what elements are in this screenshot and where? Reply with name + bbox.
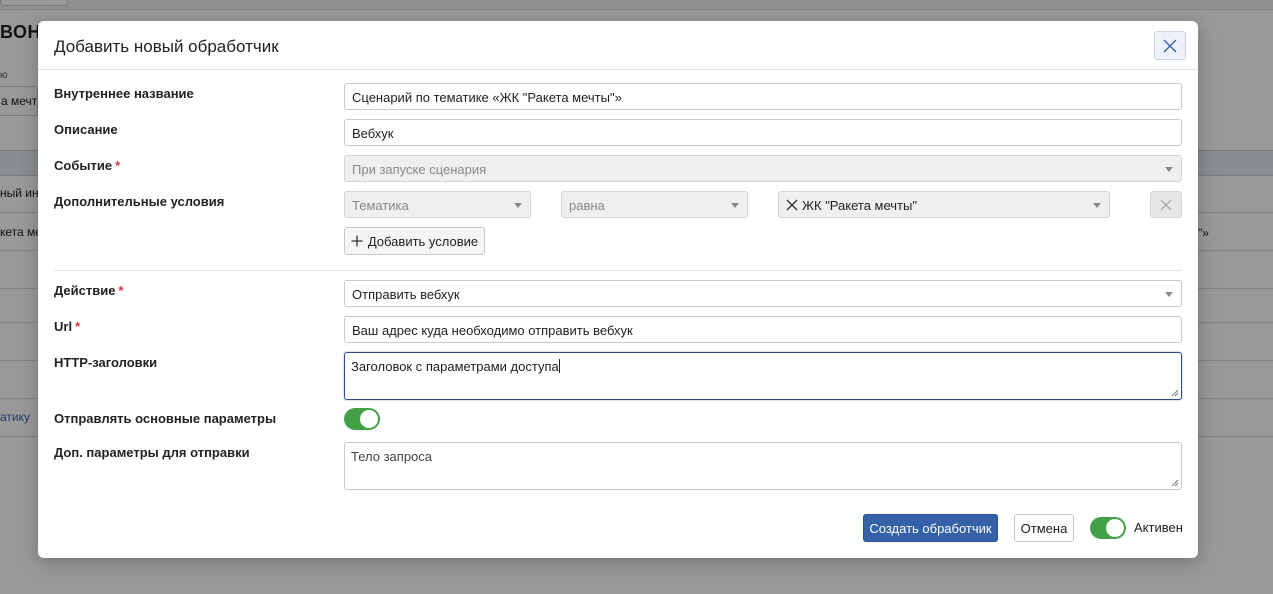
close-button[interactable] (1154, 31, 1186, 60)
required-mark: * (115, 158, 121, 173)
required-mark: * (75, 319, 81, 334)
condition-value-tag: ЖК "Ракета мечты" (802, 198, 917, 213)
chevron-down-icon (1093, 203, 1101, 208)
toggle-knob (360, 410, 378, 428)
http-headers-label: HTTP-заголовки (54, 355, 158, 370)
resize-handle-icon[interactable] (1171, 479, 1179, 487)
dialog-title: Добавить новый обработчик (54, 37, 279, 56)
event-select-value: При запуске сценария (352, 162, 487, 177)
close-icon (1163, 39, 1177, 52)
extra-params-textarea[interactable]: Тело запроса (344, 442, 1182, 490)
plus-icon (351, 235, 363, 247)
description-input[interactable]: Вебхук (344, 119, 1182, 146)
send-main-params-label: Отправлять основные параметры (54, 411, 277, 426)
chevron-down-icon (514, 203, 522, 208)
url-input[interactable]: Ваш адрес куда необходимо отправить вебх… (344, 316, 1182, 343)
url-label-text: Url (54, 319, 73, 334)
toggle-knob (1106, 519, 1124, 537)
event-label-text: Событие (54, 158, 113, 173)
description-label: Описание (54, 122, 118, 137)
add-handler-dialog: Добавить новый обработчик Внутреннее наз… (38, 21, 1198, 558)
http-headers-value: Заголовок с параметрами доступа (351, 359, 559, 374)
create-handler-button[interactable]: Создать обработчик (863, 514, 998, 542)
chevron-down-icon (1165, 292, 1173, 297)
http-headers-textarea[interactable]: Заголовок с параметрами доступа (344, 352, 1182, 400)
required-mark: * (118, 283, 124, 298)
action-select-value: Отправить вебхук (352, 287, 460, 302)
internal-name-label: Внутреннее название (54, 86, 194, 101)
extra-params-label: Доп. параметры для отправки (54, 445, 250, 460)
active-label: Активен (1134, 520, 1183, 535)
event-select[interactable]: При запуске сценария (344, 155, 1182, 182)
condition-operator-value: равна (569, 198, 605, 213)
remove-condition-button[interactable] (1150, 191, 1182, 218)
remove-tag-icon[interactable] (786, 199, 798, 211)
condition-operator-select[interactable]: равна (561, 191, 748, 218)
chevron-down-icon (1165, 167, 1173, 172)
dialog-header: Добавить новый обработчик (38, 21, 1198, 70)
cancel-button[interactable]: Отмена (1014, 514, 1074, 542)
url-label: Url * (54, 319, 80, 334)
send-main-params-toggle[interactable] (344, 408, 380, 430)
action-label-text: Действие (54, 283, 116, 298)
internal-name-value: Сценарий по тематике «ЖК "Ракета мечты"» (352, 90, 622, 105)
conditions-label: Дополнительные условия (54, 194, 225, 209)
internal-name-input[interactable]: Сценарий по тематике «ЖК "Ракета мечты"» (344, 83, 1182, 110)
url-placeholder: Ваш адрес куда необходимо отправить вебх… (352, 323, 633, 338)
add-condition-button[interactable]: Добавить условие (344, 227, 485, 255)
description-value: Вебхук (352, 126, 394, 141)
condition-value-select[interactable]: ЖК "Ракета мечты" (778, 191, 1110, 218)
chevron-down-icon (731, 203, 739, 208)
resize-handle-icon[interactable] (1171, 389, 1179, 397)
event-label: Событие * (54, 158, 120, 173)
action-select[interactable]: Отправить вебхук (344, 280, 1182, 307)
action-label: Действие * (54, 283, 124, 298)
close-icon (1160, 199, 1172, 210)
section-divider (54, 270, 1182, 271)
active-toggle[interactable] (1090, 517, 1126, 539)
condition-field-select[interactable]: Тематика (344, 191, 531, 218)
text-cursor (558, 359, 560, 373)
extra-params-placeholder: Тело запроса (351, 449, 433, 464)
add-condition-label: Добавить условие (367, 233, 479, 249)
condition-field-value: Тематика (352, 198, 409, 213)
